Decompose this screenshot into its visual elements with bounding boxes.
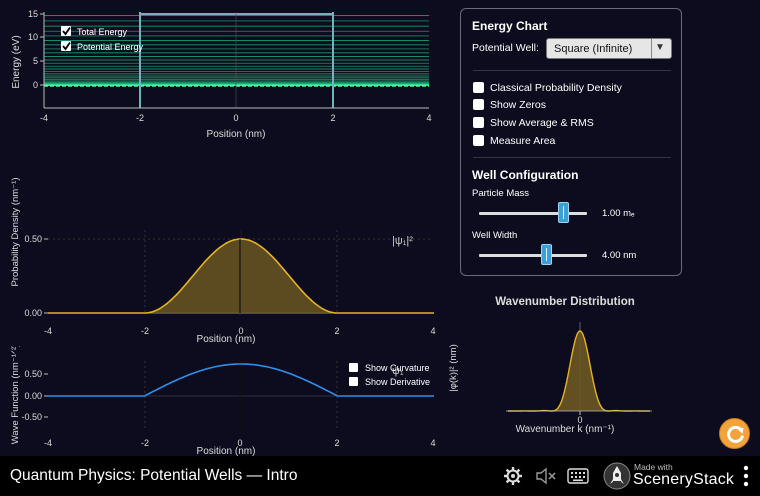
show-zeros-label: Show Zeros (490, 99, 547, 111)
chevron-down-icon: ▼ (655, 42, 665, 53)
energy-chart: 15 10 5 0 -4 -2 0 2 4 Position (nm) Ener… (11, 9, 432, 140)
well-width-value: 4.00 nm (602, 250, 637, 261)
divider (473, 70, 671, 71)
prob-xtick-neg2: -2 (141, 326, 149, 336)
wave-xtick-4: 4 (430, 438, 435, 448)
energy-ytick-15: 15 (28, 9, 38, 19)
measure-area-label: Measure Area (490, 135, 556, 147)
wavenumber-title: Wavenumber Distribution (495, 296, 635, 308)
energy-xtick-2: 2 (330, 113, 335, 123)
prob-xtick-2: 2 (334, 326, 339, 336)
reset-icon (727, 425, 744, 443)
energy-xtick-neg4: -4 (40, 113, 48, 123)
probability-chart: 0.50 0.00 -4 -2 0 2 4 Position (nm) Prob… (10, 177, 436, 345)
energy-ytick-5: 5 (33, 56, 38, 66)
prob-annotation: |ψ₁|² (392, 235, 413, 247)
scenerystack-brand: SceneryStack (633, 471, 735, 488)
wavenumber-ylabel: |φ(k)|² (nm) (448, 344, 459, 392)
prob-ytick-000: 0.00 (24, 308, 42, 318)
wave-xtick-2: 2 (334, 438, 339, 448)
sim-title: Quantum Physics: Potential Wells — Intro (10, 467, 298, 484)
probability-density-area (144, 239, 338, 313)
wave-ytick-neg050: -0.50 (21, 412, 42, 422)
prob-ylabel: Probability Density (nm⁻¹) (10, 177, 21, 286)
wave-ytick-050: 0.50 (24, 369, 42, 379)
particle-mass-label: Particle Mass (472, 188, 530, 199)
gear-icon[interactable] (503, 466, 523, 486)
energy-chart-title: Energy Chart (472, 19, 548, 33)
prob-xlabel: Position (nm) (197, 334, 256, 345)
potential-well-value: Square (Infinite) (554, 43, 633, 55)
energy-xlabel: Position (nm) (207, 129, 266, 140)
potential-well-label: Potential Well: (472, 42, 539, 54)
menu-kebab-icon[interactable] (741, 465, 751, 487)
show-derivative-label: Show Derivative (365, 377, 430, 387)
potential-energy-label: Potential Energy (77, 42, 144, 52)
sim-stage: 15 10 5 0 -4 -2 0 2 4 Position (nm) Ener… (0, 0, 760, 457)
energy-xtick-neg2: -2 (136, 113, 144, 123)
show-curvature-checkbox[interactable] (349, 363, 358, 372)
control-panel: Energy Chart Potential Well: Square (Inf… (460, 8, 682, 276)
energy-xtick-0: 0 (233, 113, 238, 123)
reset-all-button[interactable] (719, 418, 750, 449)
show-average-rms-label: Show Average & RMS (490, 117, 594, 129)
show-zeros-checkbox[interactable] (473, 99, 484, 110)
energy-ytick-0: 0 (33, 80, 38, 90)
measure-area-checkbox[interactable] (473, 135, 484, 146)
well-configuration-title: Well Configuration (472, 168, 579, 182)
classical-probability-label: Classical Probability Density (490, 82, 622, 94)
sound-muted-icon[interactable] (535, 467, 557, 485)
wavenumber-chart: Wavenumber Distribution 0 Wavenumber k (… (448, 296, 652, 435)
particle-mass-slider-thumb[interactable] (558, 202, 570, 223)
total-energy-label: Total Energy (77, 27, 128, 37)
wave-function-chart: 0.50 0.00 -0.50 -4 -2 0 2 4 Position (nm… (10, 346, 436, 457)
show-average-rms-checkbox[interactable] (473, 117, 484, 128)
wave-xtick-neg2: -2 (141, 438, 149, 448)
prob-xtick-neg4: -4 (44, 326, 52, 336)
prob-ytick-050: 0.50 (24, 234, 42, 244)
show-curvature-label: Show Curvature (365, 363, 430, 373)
classical-probability-checkbox[interactable] (473, 82, 484, 93)
show-derivative-checkbox[interactable] (349, 377, 358, 386)
wave-xtick-neg4: -4 (44, 438, 52, 448)
wavenumber-xlabel: Wavenumber k (nm⁻¹) (516, 424, 615, 435)
wave-ytick-000: 0.00 (24, 391, 42, 401)
prob-xtick-4: 4 (430, 326, 435, 336)
well-width-slider-track[interactable] (479, 254, 587, 257)
well-width-label: Well Width (472, 230, 518, 241)
wavenumber-area (508, 331, 650, 411)
navigation-bar: Quantum Physics: Potential Wells — Intro… (0, 456, 760, 496)
phet-logo-icon[interactable] (603, 462, 631, 490)
energy-xtick-4: 4 (426, 113, 431, 123)
particle-mass-slider-track[interactable] (479, 212, 587, 215)
keyboard-icon[interactable] (567, 468, 589, 484)
well-width-slider-thumb[interactable] (540, 244, 552, 265)
divider (473, 157, 671, 158)
energy-ytick-10: 10 (28, 32, 38, 42)
particle-mass-value: 1.00 mₑ (602, 208, 635, 219)
potential-well-select[interactable]: Square (Infinite) ▼ (546, 38, 672, 59)
energy-ylabel: Energy (eV) (11, 35, 22, 88)
wave-ylabel: Wave Function (nm⁻¹ᐟ²) (10, 346, 21, 444)
